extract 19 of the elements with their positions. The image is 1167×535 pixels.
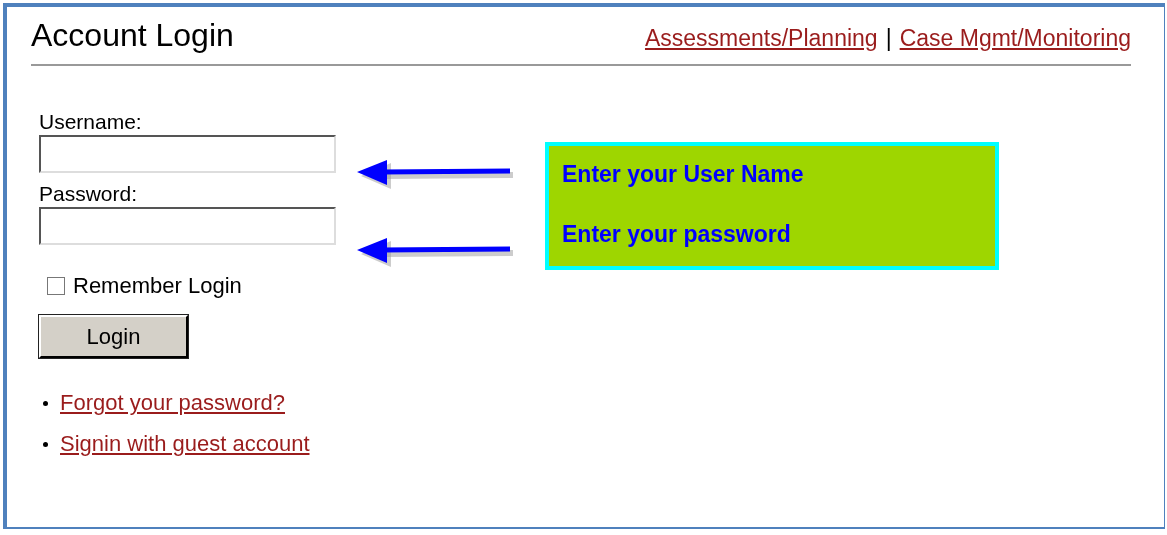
link-separator: | xyxy=(885,25,892,52)
arrow-icon xyxy=(355,157,515,191)
field-label: Username: xyxy=(39,109,142,135)
checkbox-label: Remember Login xyxy=(73,273,242,299)
input-field[interactable] xyxy=(39,135,336,173)
nav-link[interactable]: Assessments/Planning xyxy=(644,25,878,52)
field-label: Password: xyxy=(39,181,138,207)
remember-checkbox[interactable] xyxy=(47,277,65,295)
callout-text: Enter your password xyxy=(562,221,792,248)
arrow-icon xyxy=(355,235,515,269)
login-button[interactable]: Login xyxy=(39,315,188,358)
nav-link[interactable]: Case Mgmt/Monitoring xyxy=(899,25,1131,52)
bullet-icon xyxy=(43,400,48,406)
callout-text: Enter your User Name xyxy=(562,161,805,188)
help-link[interactable]: Forgot your password? xyxy=(60,390,285,416)
help-link[interactable]: Signin with guest account xyxy=(60,431,310,457)
page-title: Account Login xyxy=(31,17,234,54)
bullet-icon xyxy=(43,441,48,447)
input-field[interactable] xyxy=(39,207,336,245)
